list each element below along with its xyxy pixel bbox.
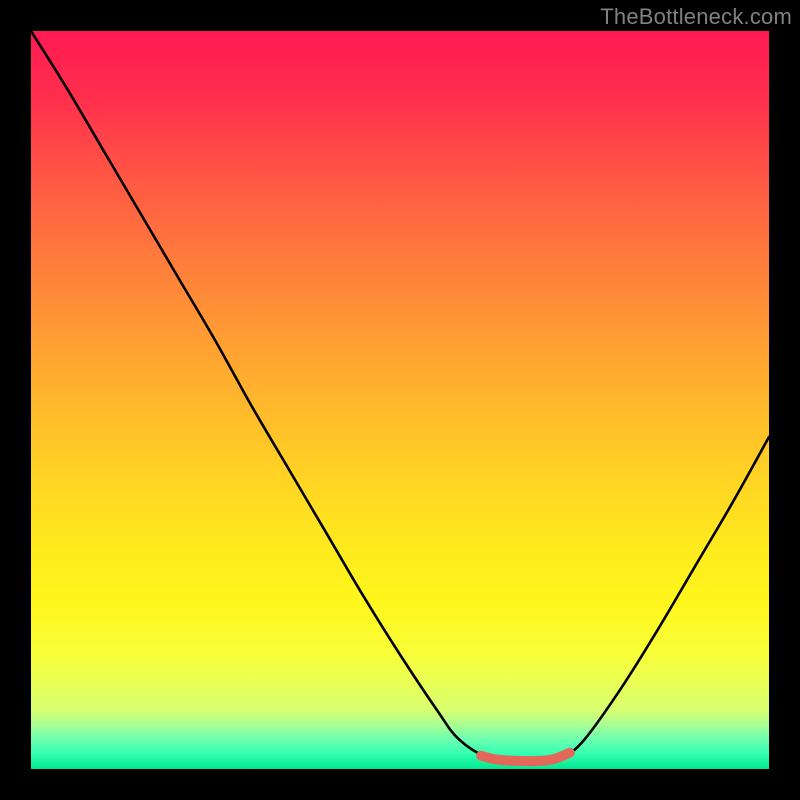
bottleneck-curve xyxy=(31,31,769,762)
watermark-text: TheBottleneck.com xyxy=(600,4,792,30)
flat-bottom-marker xyxy=(481,753,570,761)
curve-layer xyxy=(31,31,769,769)
chart-frame: TheBottleneck.com xyxy=(0,0,800,800)
plot-area xyxy=(31,31,769,769)
curve-svg xyxy=(31,31,769,769)
